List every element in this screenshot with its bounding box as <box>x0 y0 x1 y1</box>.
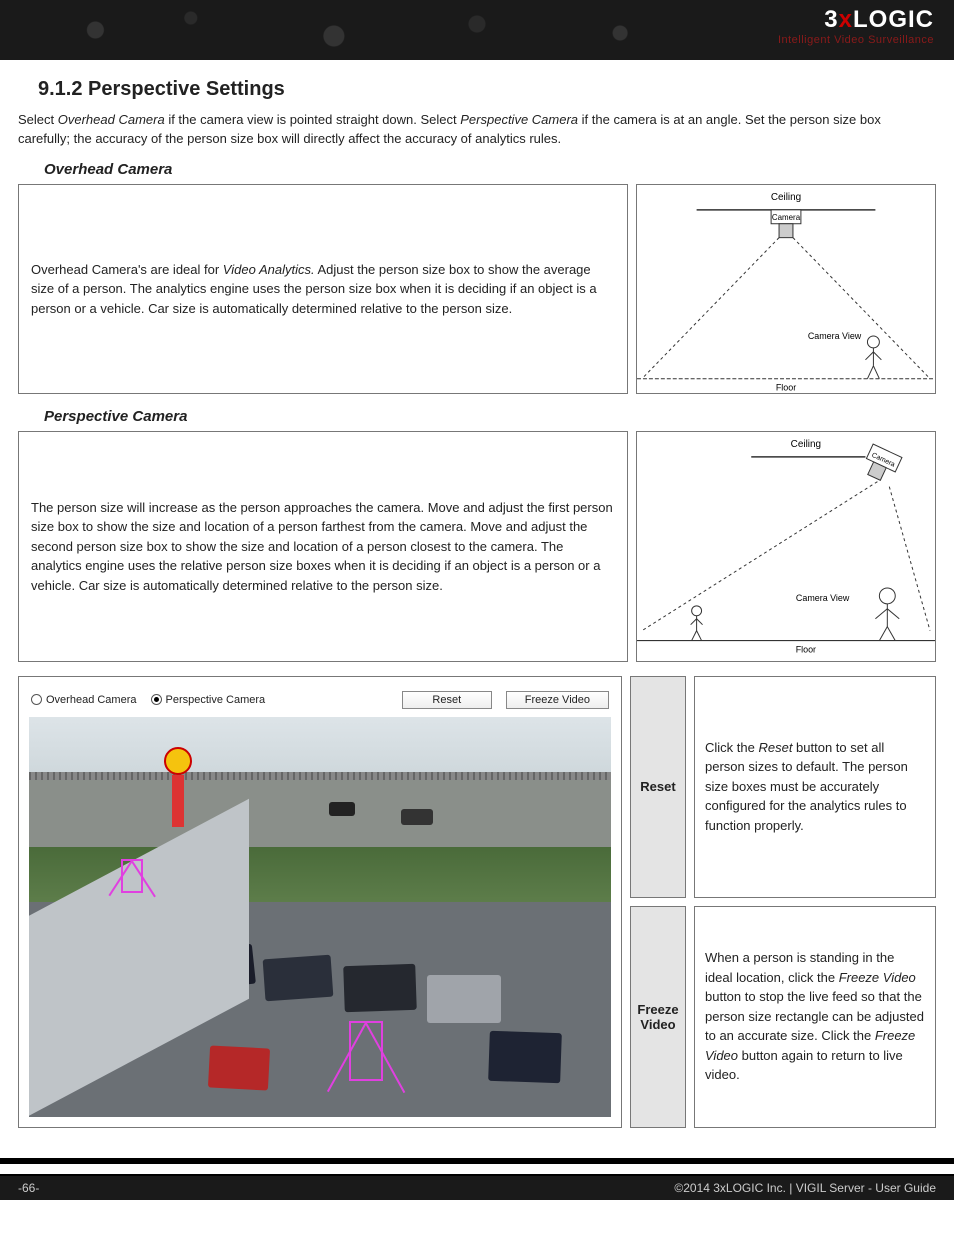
shell-sign-icon <box>164 747 192 827</box>
freeze-desc-cell: When a person is standing in the ideal l… <box>694 906 936 1128</box>
svg-text:Ceiling: Ceiling <box>771 192 801 203</box>
svg-text:Camera View: Camera View <box>808 331 862 341</box>
overhead-heading: Overhead Camera <box>44 161 936 178</box>
header-banner: 3xLOGIC Intelligent Video Surveillance <box>0 0 954 60</box>
svg-text:Floor: Floor <box>796 645 816 655</box>
overhead-diagram: Ceiling Camera Floor Camera View <box>636 184 936 395</box>
logo-pre: 3 <box>824 6 838 33</box>
person-size-box-near[interactable] <box>349 1021 383 1081</box>
app-screenshot: Overhead Camera Perspective Camera Reset… <box>18 676 622 1128</box>
overhead-text-box: Overhead Camera's are ideal for Video An… <box>18 184 628 395</box>
radio-overhead-camera[interactable]: Overhead Camera <box>31 694 137 706</box>
footer-copyright: ©2014 3xLOGIC Inc. | VIGIL Server - User… <box>674 1181 936 1195</box>
footer-bar: -66- ©2014 3xLOGIC Inc. | VIGIL Server -… <box>0 1174 954 1200</box>
freeze-info-row: Freeze Video When a person is standing i… <box>630 906 936 1128</box>
reset-button[interactable]: Reset <box>402 691 492 709</box>
logo-x: x <box>839 6 853 33</box>
perspective-diagram: Ceiling Camera Floor Camera View <box>636 431 936 661</box>
perspective-text-box: The person size will increase as the per… <box>18 431 628 661</box>
logo-tagline: Intelligent Video Surveillance <box>778 34 934 46</box>
intro-paragraph: Select Overhead Camera if the camera vie… <box>18 111 936 149</box>
radio-perspective-camera[interactable]: Perspective Camera <box>151 694 266 706</box>
freeze-video-button[interactable]: Freeze Video <box>506 691 609 709</box>
svg-text:Camera View: Camera View <box>796 593 850 603</box>
section-title: 9.1.2 Perspective Settings <box>38 78 936 101</box>
svg-text:Floor: Floor <box>776 382 796 392</box>
reset-desc-cell: Click the Reset button to set all person… <box>694 676 936 898</box>
brand-logo: 3xLOGIC Intelligent Video Surveillance <box>778 6 934 46</box>
freeze-label-cell: Freeze Video <box>630 906 686 1128</box>
svg-text:Ceiling: Ceiling <box>791 439 821 450</box>
reset-info-row: Reset Click the Reset button to set all … <box>630 676 936 898</box>
reset-label-cell: Reset <box>630 676 686 898</box>
perspective-heading: Perspective Camera <box>44 408 936 425</box>
svg-text:Camera: Camera <box>772 212 801 221</box>
person-size-box-far[interactable] <box>121 859 143 893</box>
logo-post: LOGIC <box>853 6 934 33</box>
camera-mode-toolbar: Overhead Camera Perspective Camera Reset… <box>29 687 611 717</box>
page-number: -66- <box>18 1181 39 1195</box>
camera-feed <box>29 717 611 1117</box>
